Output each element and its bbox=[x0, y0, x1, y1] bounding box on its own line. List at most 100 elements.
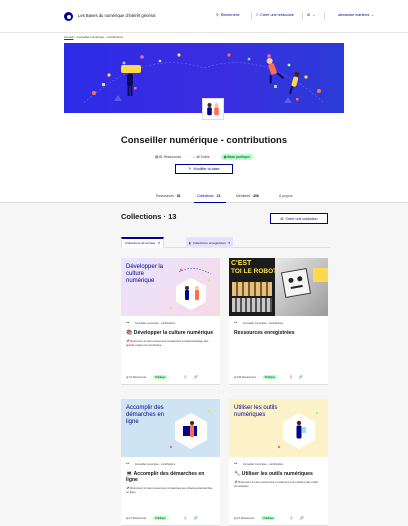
collection-card-image: C'EST TOI LE ROBOT bbox=[229, 258, 328, 316]
poster-text-line1: C'EST bbox=[231, 260, 252, 267]
pencil-icon: ✎ bbox=[188, 167, 192, 171]
collection-card-body: ●● Conseiller numérique - contributions 💻… bbox=[121, 457, 220, 500]
collection-card-body: ●● Conseiller numérique - contributions 🔧… bbox=[229, 457, 328, 494]
people-icon bbox=[207, 103, 219, 116]
card-owner[interactable]: ●● Conseiller numérique - contributions bbox=[234, 321, 323, 326]
collection-card-body: ●● Conseiller numérique - contributions 📚… bbox=[121, 316, 220, 353]
edit-base-label: Modifier la base bbox=[193, 167, 220, 171]
photo-poster: C'EST TOI LE ROBOT bbox=[229, 258, 278, 316]
dot-separator: · bbox=[186, 155, 188, 159]
search-icon: ⚲ bbox=[216, 13, 219, 17]
people-icon: ●● bbox=[126, 462, 130, 465]
card-title[interactable]: 📚 Développer la culture numérique bbox=[126, 330, 215, 336]
chevron-down-icon: ⌄ bbox=[371, 13, 375, 17]
user-menu-button[interactable]: alexandre martinez ⌄ bbox=[338, 13, 374, 17]
people-icon: ●● bbox=[234, 462, 238, 465]
card-owner[interactable]: ●● Conseiller numérique - contributions bbox=[126, 321, 215, 326]
site-title[interactable]: Les Bases du numérique d'intérêt général bbox=[78, 13, 155, 18]
collection-card[interactable]: C'EST TOI LE ROBOT ●● Conseiller numériqu… bbox=[229, 258, 328, 385]
gear-icon: ⚙ bbox=[307, 13, 311, 17]
breadcrumb: Accueil > Conseiller numérique - contrib… bbox=[64, 35, 123, 39]
create-resource-button[interactable]: □ Créer une ressource bbox=[256, 13, 294, 17]
breadcrumb-home-link[interactable]: Accueil bbox=[64, 35, 73, 39]
robot-photo bbox=[275, 258, 328, 316]
card-illustration bbox=[277, 411, 319, 449]
create-collection-label: Créer une collection bbox=[285, 216, 318, 221]
resources-count: ▤ 81 Ressources bbox=[155, 155, 182, 159]
breadcrumb-separator: > bbox=[74, 35, 76, 39]
bookmark-icon: ▮ bbox=[189, 240, 191, 245]
tab-collections[interactable]: Collections · 13 bbox=[197, 194, 220, 198]
bookmark-icon[interactable]: ▯ bbox=[290, 516, 292, 520]
nav-divider bbox=[302, 12, 303, 20]
chevron-down-icon: ⌄ bbox=[312, 13, 316, 17]
plus-box-icon: ⊞ bbox=[280, 216, 284, 221]
card-owner[interactable]: ●● Conseiller numérique - contributions bbox=[126, 462, 215, 467]
card-illustration bbox=[169, 409, 211, 449]
poster-pattern bbox=[232, 298, 272, 312]
bookmark-icon[interactable]: ▯ bbox=[290, 375, 292, 379]
card-description: 📌 Retrouvez ici des ressources consacrée… bbox=[126, 486, 213, 495]
subtab-saved-collections[interactable]: ▮ Collections enregistrées · 5 bbox=[186, 237, 234, 248]
card-footer: ▤ 67 Ressources · Publique ▯ 🔗 bbox=[234, 516, 304, 520]
dot-separator: · bbox=[214, 155, 216, 159]
create-resource-label: Créer une ressource bbox=[260, 13, 294, 17]
visibility-badge: Publique bbox=[153, 516, 168, 520]
visibility-badge: Publique bbox=[153, 375, 168, 379]
search-button[interactable]: ⚲ Rechercher bbox=[216, 13, 240, 17]
site-logo-icon[interactable] bbox=[64, 12, 73, 21]
resources-count: ▤ 47 Ressources bbox=[126, 375, 147, 379]
people-icon: ●● bbox=[126, 321, 130, 324]
create-collection-button[interactable]: ⊞ Créer une collection bbox=[270, 213, 328, 224]
followers-count: ☆ 46 Suivis bbox=[192, 155, 210, 159]
people-icon: ●● bbox=[234, 321, 238, 324]
edit-base-button[interactable]: ✎ Modifier la base bbox=[175, 164, 233, 174]
card-illustration bbox=[170, 268, 212, 310]
card-footer: ▤ 47 Ressources · Publique ▯ 🔗 bbox=[126, 375, 198, 379]
collection-card-image: Accomplir des démarches en ligne bbox=[121, 399, 220, 457]
document-plus-icon: □ bbox=[256, 13, 259, 17]
card-title[interactable]: Ressources enregistrées bbox=[234, 330, 323, 336]
link-icon[interactable]: 🔗 bbox=[299, 375, 303, 379]
base-stats: ▤ 81 Ressources · ☆ 46 Suivis · ◉ Base p… bbox=[64, 154, 344, 160]
robot-cube bbox=[280, 267, 312, 299]
bookmark-icon[interactable]: ▯ bbox=[184, 516, 186, 520]
base-avatar bbox=[202, 98, 224, 120]
search-label: Rechercher bbox=[220, 13, 240, 17]
poster-pattern bbox=[232, 282, 272, 296]
settings-menu-button[interactable]: ⚙ ⌄ bbox=[307, 13, 315, 17]
user-name: alexandre martinez bbox=[338, 13, 370, 17]
resources-count: ▤ 67 Ressources bbox=[234, 516, 255, 520]
visibility-badge: Publique bbox=[262, 375, 277, 379]
collections-title: Collections · 13 bbox=[121, 212, 177, 221]
visibility-badge: ◉ Base publique bbox=[220, 154, 253, 160]
visibility-badge: Publique bbox=[261, 516, 276, 520]
resources-count: ▤ 27 Ressources bbox=[126, 516, 147, 520]
subtab-base-collections[interactable]: Collections de la base · 8 bbox=[121, 237, 164, 248]
link-icon[interactable]: 🔗 bbox=[193, 516, 197, 520]
card-footer: ▤ 27 Ressources · Publique ▯ 🔗 bbox=[126, 516, 198, 520]
link-icon[interactable]: 🔗 bbox=[193, 375, 197, 379]
card-title[interactable]: 💻 Accomplir des démarches en ligne bbox=[126, 471, 215, 483]
link-icon[interactable]: 🔗 bbox=[299, 516, 303, 520]
tab-members[interactable]: Membres · 406 bbox=[236, 194, 259, 198]
breadcrumb-current: Conseiller numérique - contributions bbox=[76, 35, 123, 39]
card-description: 📌 Retrouvez ici des ressources consacrée… bbox=[126, 339, 209, 347]
collection-card-image: Utiliser les outils numériques bbox=[229, 399, 328, 457]
nav-divider bbox=[324, 12, 325, 20]
card-title[interactable]: 🔧 Utiliser les outils numériques bbox=[234, 471, 323, 477]
tab-resources[interactable]: Ressources · 81 bbox=[156, 194, 181, 198]
collection-card-body: ●● Conseiller numérique - contributions R… bbox=[229, 316, 328, 341]
collection-card[interactable]: Développer la culture numérique ●● Consei… bbox=[121, 258, 220, 385]
tab-about[interactable]: À propos bbox=[279, 194, 293, 198]
resources-count: ▤ 196 Ressources bbox=[234, 375, 256, 379]
poster-text-line2: TOI LE ROBOT bbox=[231, 268, 278, 275]
collection-card-image: Développer la culture numérique bbox=[121, 258, 220, 316]
collection-card[interactable]: Utiliser les outils numériques ●● Conseil… bbox=[229, 399, 328, 526]
nav-divider bbox=[251, 12, 252, 20]
page-title: Conseiller numérique - contributions bbox=[120, 135, 288, 146]
collection-card[interactable]: Accomplir des démarches en ligne ●● Conse… bbox=[121, 399, 220, 526]
card-owner[interactable]: ●● Conseiller numérique - contributions bbox=[234, 462, 323, 467]
card-description: 📌 Retrouvez ici des ressources consacrée… bbox=[234, 480, 318, 488]
bookmark-icon[interactable]: ▯ bbox=[184, 375, 186, 379]
